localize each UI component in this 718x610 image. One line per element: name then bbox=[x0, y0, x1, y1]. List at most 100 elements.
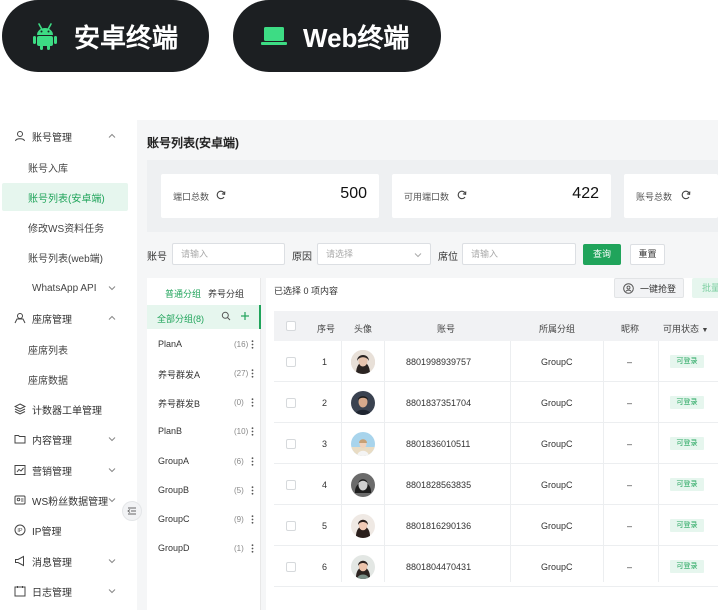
more-icon[interactable] bbox=[251, 544, 254, 553]
row-index: 5 bbox=[322, 521, 328, 531]
web-terminal-label: Web终端 bbox=[303, 22, 410, 53]
row-account: 8801837351704 bbox=[406, 398, 472, 408]
avatar bbox=[351, 555, 375, 579]
laptop-icon bbox=[261, 27, 287, 45]
row-index: 6 bbox=[322, 562, 328, 572]
group-item-name[interactable]: PlanA bbox=[158, 339, 182, 349]
sidebar-item-account-list-web[interactable]: 账号列表(web端) bbox=[2, 243, 128, 271]
row-checkbox[interactable] bbox=[286, 521, 296, 531]
row-index: 1 bbox=[322, 357, 328, 367]
row-nickname: – bbox=[627, 398, 633, 408]
page-title: 账号列表(安卓端) bbox=[147, 136, 239, 150]
search-icon[interactable] bbox=[221, 311, 231, 321]
sidebar-group-seat[interactable]: 座席管理 bbox=[0, 303, 136, 333]
refresh-icon[interactable] bbox=[457, 190, 467, 200]
status-badge: 可登录 bbox=[670, 519, 704, 532]
batch-button[interactable]: 批量 bbox=[692, 278, 718, 298]
group-item-count: (1) bbox=[234, 544, 244, 553]
sidebar-group-label: 内容管理 bbox=[32, 435, 72, 447]
sidebar-group-ws-fans[interactable]: WS粉丝数据管理 bbox=[0, 485, 136, 515]
row-checkbox[interactable] bbox=[286, 562, 296, 572]
group-all-label: 全部分组(8) bbox=[157, 314, 204, 324]
sidebar-group-marketing[interactable]: 营销管理 bbox=[0, 455, 136, 485]
sidebar-item-account-import[interactable]: 账号入库 bbox=[2, 153, 128, 181]
sidebar-item-label: 账号列表(安卓端) bbox=[28, 193, 105, 205]
more-icon[interactable] bbox=[251, 515, 254, 524]
web-terminal-pill[interactable]: Web终端 bbox=[233, 0, 441, 72]
tab-normal-groups[interactable]: 普通分组 bbox=[165, 287, 201, 300]
fans-icon bbox=[14, 495, 26, 505]
seat-input-placeholder: 请输入 bbox=[471, 249, 499, 259]
group-item-name[interactable]: PlanB bbox=[158, 426, 182, 436]
reason-select[interactable]: 请选择 bbox=[317, 243, 431, 265]
table-row[interactable] bbox=[274, 505, 718, 546]
stat-label: 账号总数 bbox=[636, 192, 673, 202]
refresh-icon[interactable] bbox=[216, 190, 226, 200]
collapse-icon bbox=[127, 507, 136, 515]
sidebar-group-messages[interactable]: 消息管理 bbox=[0, 546, 136, 576]
sidebar-group-ip[interactable]: IP IP管理 bbox=[0, 515, 136, 545]
column-header-avatar: 头像 bbox=[354, 324, 373, 334]
row-checkbox[interactable] bbox=[286, 398, 296, 408]
table-row[interactable] bbox=[274, 546, 718, 587]
chevron-up-icon bbox=[108, 315, 116, 320]
row-checkbox[interactable] bbox=[286, 357, 296, 367]
sidebar-item-label: WhatsApp API bbox=[32, 282, 97, 294]
select-all-checkbox[interactable] bbox=[286, 321, 296, 331]
row-account: 8801836010511 bbox=[406, 439, 471, 449]
more-icon[interactable] bbox=[251, 457, 254, 466]
group-item-name[interactable]: GroupD bbox=[158, 543, 190, 553]
stat-card-available-ports: 可用端口数 422 bbox=[392, 174, 611, 218]
column-header-index: 序号 bbox=[317, 324, 336, 334]
row-nickname: – bbox=[627, 521, 633, 531]
reset-button[interactable]: 重置 bbox=[630, 244, 665, 265]
chevron-down-icon bbox=[108, 559, 116, 564]
more-icon[interactable] bbox=[251, 340, 254, 349]
account-input[interactable]: 请输入 bbox=[172, 243, 285, 265]
sidebar-group-logs[interactable]: 日志管理 bbox=[0, 576, 136, 606]
row-checkbox[interactable] bbox=[286, 480, 296, 490]
add-icon[interactable] bbox=[240, 311, 250, 321]
table-row[interactable] bbox=[274, 341, 718, 382]
seat-input[interactable]: 请输入 bbox=[462, 243, 576, 265]
table-row[interactable] bbox=[274, 423, 718, 464]
group-item-name[interactable]: GroupA bbox=[158, 456, 189, 466]
row-checkbox[interactable] bbox=[286, 439, 296, 449]
sidebar-group-account[interactable]: 账号管理 bbox=[0, 121, 136, 151]
sidebar-group-content[interactable]: 内容管理 bbox=[0, 424, 136, 454]
more-icon[interactable] bbox=[251, 427, 254, 436]
sidebar-item-edit-ws-task[interactable]: 修改WS资料任务 bbox=[2, 213, 128, 241]
query-button[interactable]: 查询 bbox=[583, 244, 621, 265]
table-row[interactable] bbox=[274, 382, 718, 423]
column-header-status[interactable]: 可用状态 ▼ bbox=[663, 322, 708, 335]
sidebar-group-counter-orders[interactable]: 计数器工单管理 bbox=[0, 394, 136, 424]
android-terminal-pill[interactable]: 安卓终端 bbox=[2, 0, 209, 72]
svg-text:IP: IP bbox=[17, 528, 23, 534]
table-row[interactable] bbox=[274, 464, 718, 505]
more-icon[interactable] bbox=[251, 369, 254, 378]
group-item-name[interactable]: 养号群发A bbox=[158, 368, 200, 381]
sidebar-item-seat-list[interactable]: 座席列表 bbox=[2, 335, 128, 363]
row-group: GroupC bbox=[541, 480, 573, 490]
android-terminal-label: 安卓终端 bbox=[74, 22, 179, 53]
more-icon[interactable] bbox=[251, 398, 254, 407]
group-item-count: (0) bbox=[234, 398, 244, 407]
sidebar-item-seat-data[interactable]: 座席数据 bbox=[2, 365, 128, 393]
group-item-name[interactable]: GroupB bbox=[158, 485, 189, 495]
row-account: 8801828563835 bbox=[406, 480, 472, 490]
avatar bbox=[351, 473, 375, 497]
one-click-grab-button[interactable]: 一键抢登 bbox=[614, 278, 684, 298]
refresh-icon[interactable] bbox=[681, 190, 691, 200]
tab-nurture-groups[interactable]: 养号分组 bbox=[208, 287, 244, 300]
log-icon bbox=[14, 586, 26, 597]
status-badge: 可登录 bbox=[670, 437, 704, 450]
stat-value: 422 bbox=[572, 185, 599, 202]
group-item-name[interactable]: 养号群发B bbox=[158, 397, 200, 410]
sidebar-item-account-list-android[interactable]: 账号列表(安卓端) bbox=[2, 183, 128, 211]
sidebar-collapse-button[interactable] bbox=[122, 501, 142, 521]
group-item-name[interactable]: GroupC bbox=[158, 514, 190, 524]
row-index: 2 bbox=[322, 398, 328, 408]
more-icon[interactable] bbox=[251, 486, 254, 495]
sidebar-item-whatsapp-api[interactable]: WhatsApp API bbox=[2, 274, 128, 302]
selection-count: 已选择 0 项内容 bbox=[274, 286, 339, 296]
